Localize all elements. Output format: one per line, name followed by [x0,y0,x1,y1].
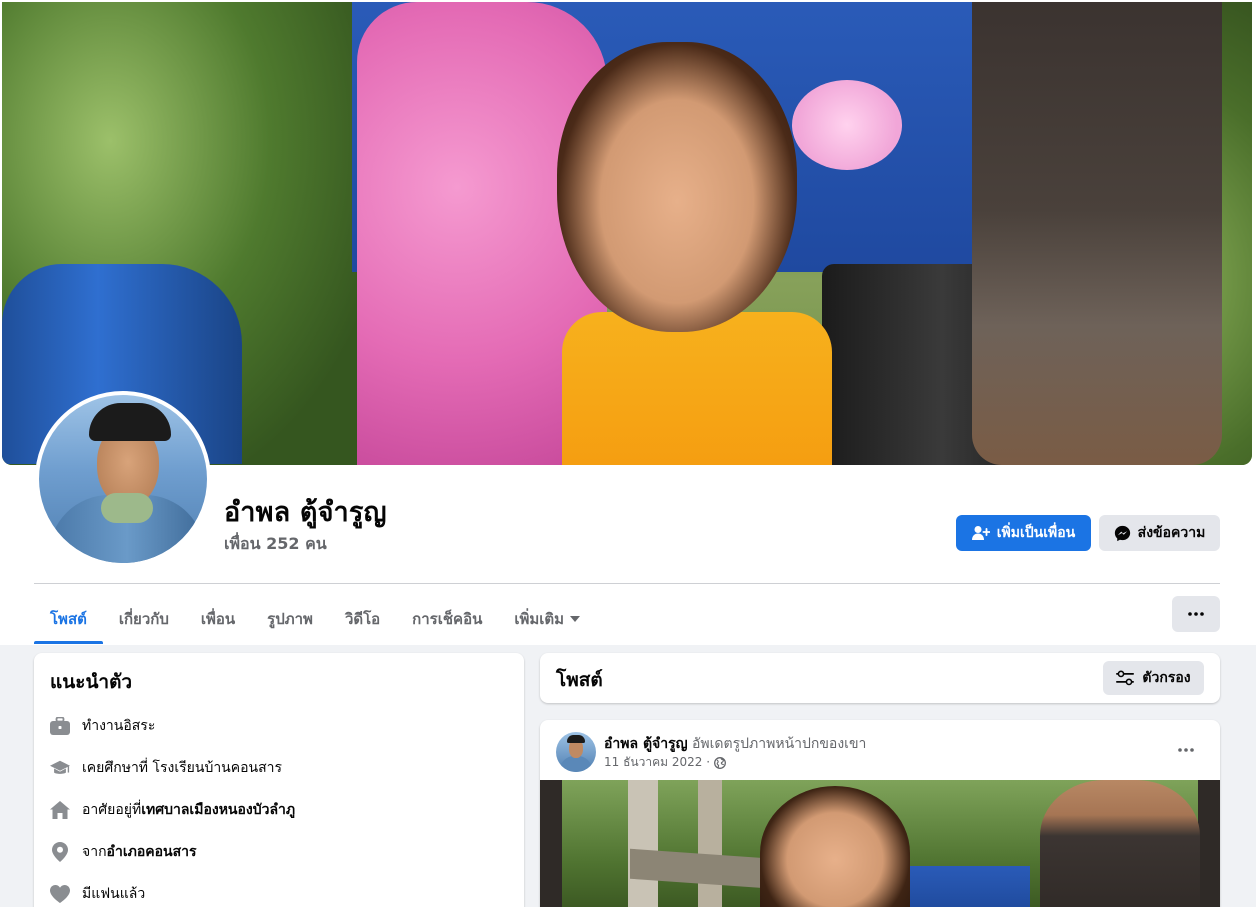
avatar-scarf [101,493,153,523]
intro-item-education: เคยศึกษาที่ โรงเรียนบ้านคอนสาร [50,747,295,789]
intro-item-work-text: ทำงานอิสระ [82,718,156,734]
post-card: อำพล ตู้จำรูญ อัพเดตรูปภาพหน้าปกของเขา 1… [540,720,1220,907]
intro-item-work: ทำงานอิสระ [50,705,295,747]
tab-checkins[interactable]: การเช็คอิน [396,594,498,644]
tab-friends[interactable]: เพื่อน [185,594,251,644]
add-friend-icon [971,526,990,540]
add-friend-button[interactable]: เพิ่มเป็นเพื่อน [956,515,1091,551]
posts-header-card: โพสต์ ตัวกรอง [540,653,1220,703]
tab-more[interactable]: เพิ่มเติม [498,594,596,644]
post-photo-tree-trunk [628,780,658,907]
more-horizontal-icon [1188,612,1204,616]
intro-item-relationship-text: มีแฟนแล้ว [82,886,146,902]
cover-pink-bowl [792,80,902,170]
post-author-avatar[interactable] [556,732,596,772]
graduation-cap-icon [50,758,70,778]
header-divider [34,583,1220,584]
post-meta: 11 ธันวาคม 2022 · [604,753,726,772]
intro-title: แนะนำตัว [50,671,133,693]
tab-videos-label: วิดีโอ [344,610,381,628]
message-button[interactable]: ส่งข้อความ [1099,515,1220,551]
intro-item-lives-in: อาศัยอยู่ที่ เทศบาลเมืองหนองบัวลำภู [50,789,295,831]
profile-options-button[interactable] [1172,596,1220,632]
post-photo[interactable] [540,780,1220,907]
more-horizontal-icon [1178,748,1194,752]
post-action-text: อัพเดตรูปภาพหน้าปกของเขา [687,736,867,752]
tab-posts[interactable]: โพสต์ [34,594,103,644]
intro-item-from: จาก อำเภอคอนสาร [50,831,295,873]
intro-card: แนะนำตัว ทำงานอิสระ เคยศึกษาที่ โรงเรียน… [34,653,524,907]
briefcase-icon [50,716,70,736]
intro-item-from-prefix: จาก [82,844,107,860]
profile-tabs: โพสต์ เกี่ยวกับ เพื่อน รูปภาพ วิดีโอ การ… [34,594,596,644]
posts-title: โพสต์ [556,669,603,691]
tab-friends-label: เพื่อน [200,610,236,628]
intro-list: ทำงานอิสระ เคยศึกษาที่ โรงเรียนบ้านคอนสา… [50,705,295,907]
tab-videos[interactable]: วิดีโอ [329,594,396,644]
globe-icon [714,756,726,769]
post-photo-blue-barrel [890,866,1030,907]
tab-checkins-label: การเช็คอิน [412,610,483,628]
post-author-name[interactable]: อำพล ตู้จำรูญ [604,736,688,752]
caret-down-icon [570,616,581,622]
tab-about[interactable]: เกี่ยวกับ [103,594,185,644]
friends-count[interactable]: เพื่อน 252 คน [224,532,327,557]
filter-button[interactable]: ตัวกรอง [1103,661,1204,695]
intro-item-lives-in-prefix: อาศัยอยู่ที่ [82,802,142,818]
intro-item-from-place[interactable]: อำเภอคอนสาร [107,841,197,863]
cover-child-body [562,312,832,465]
home-icon [50,800,70,820]
intro-item-lives-in-place[interactable]: เทศบาลเมืองหนองบัวลำภู [141,799,295,821]
location-pin-icon [50,842,70,862]
tab-about-label: เกี่ยวกับ [118,610,169,628]
post-options-button[interactable] [1168,738,1204,762]
messenger-icon [1114,525,1130,541]
post-avatar-body [560,756,592,772]
filter-sliders-icon [1116,670,1135,686]
intro-item-relationship: มีแฟนแล้ว [50,873,295,907]
tab-posts-label: โพสต์ [50,610,87,628]
cover-man [972,2,1222,465]
filter-label: ตัวกรอง [1142,670,1191,686]
profile-avatar[interactable] [35,391,211,567]
post-photo-tree-trunk [698,780,722,907]
cover-photo[interactable] [2,2,1252,465]
post-photo-man [1040,780,1200,907]
post-avatar-cap [567,735,585,743]
tab-more-label: เพิ่มเติม [514,610,565,628]
cover-child-head [557,42,797,332]
tab-photos[interactable]: รูปภาพ [251,594,329,644]
add-friend-label: เพิ่มเป็นเพื่อน [996,525,1076,541]
intro-item-education-text[interactable]: เคยศึกษาที่ โรงเรียนบ้านคอนสาร [82,757,282,779]
post-header-line: อำพล ตู้จำรูญ อัพเดตรูปภาพหน้าปกของเขา [604,733,866,755]
profile-name: อำพล ตู้จำรูญ [224,497,387,528]
message-label: ส่งข้อความ [1137,525,1206,541]
post-date[interactable]: 11 ธันวาคม 2022 · [604,753,710,772]
heart-icon [50,884,70,904]
avatar-cap [89,403,171,441]
tab-photos-label: รูปภาพ [267,610,313,628]
